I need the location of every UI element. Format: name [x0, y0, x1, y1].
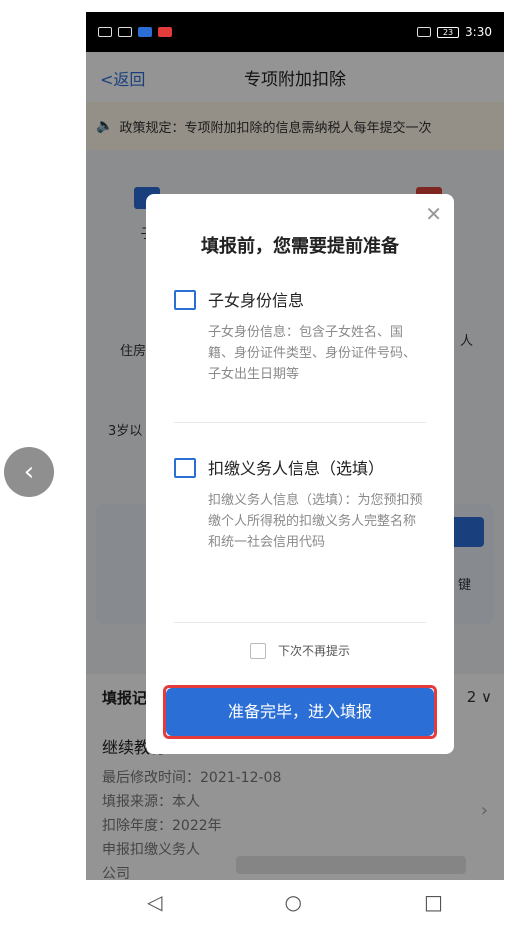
nfc-icon — [417, 27, 432, 37]
id-card-icon — [174, 290, 196, 310]
prepare-dialog: ✕ 填报前，您需要提前准备 子女身份信息 子女身份信息：包含子女姓名、国籍、身份… — [146, 194, 454, 754]
system-nav-bar: ◁ ○ □ — [86, 880, 504, 924]
clock: 3:30 — [465, 25, 492, 39]
dont-show-again-checkbox[interactable] — [249, 642, 266, 659]
app-notification-icon — [158, 27, 172, 37]
status-bar: 23 3:30 — [86, 12, 504, 52]
floating-back-button[interactable]: ‹ — [4, 447, 54, 497]
wifi-icon — [118, 27, 132, 37]
prep-item-desc: 扣缴义务人信息（选填）：为您预扣预缴个人所得税的扣缴义务人完整名称和统一社会信用… — [208, 493, 423, 550]
screenshot: ‹ 23 3:30 <返回 专项附加扣除 🔈 政策规定：专项附加扣除的信息需纳税… — [0, 0, 528, 936]
nav-home-icon[interactable]: ○ — [285, 890, 302, 914]
dont-show-again-label: 下次不再提示 — [277, 644, 350, 658]
dont-show-again-row[interactable]: 下次不再提示 — [146, 642, 454, 659]
dialog-title: 填报前，您需要提前准备 — [201, 236, 399, 257]
phone-screen: 23 3:30 <返回 专项附加扣除 🔈 政策规定：专项附加扣除的信息需纳税人每… — [86, 12, 504, 924]
prep-item-withholder: 扣缴义务人信息（选填） 扣缴义务人信息（选填）：为您预扣预缴个人所得税的扣缴义务… — [174, 456, 426, 553]
building-icon — [174, 458, 196, 478]
prep-item-title: 扣缴义务人信息（选填） — [208, 459, 385, 478]
app-notification-icon — [138, 27, 152, 37]
nav-recents-icon[interactable]: □ — [424, 890, 443, 914]
prep-item-desc: 子女身份信息：包含子女姓名、国籍、身份证件类型、身份证件号码、子女出生日期等 — [208, 325, 417, 382]
divider — [174, 422, 426, 423]
battery-icon: 23 — [437, 26, 460, 38]
prep-item-children: 子女身份信息 子女身份信息：包含子女姓名、国籍、身份证件类型、身份证件号码、子女… — [174, 288, 426, 385]
divider — [174, 622, 426, 623]
nav-back-icon[interactable]: ◁ — [147, 890, 162, 914]
signal-icon — [98, 27, 112, 37]
ready-enter-button[interactable]: 准备完毕，进入填报 — [166, 688, 434, 736]
prep-item-title: 子女身份信息 — [208, 291, 305, 310]
close-icon[interactable]: ✕ — [425, 202, 442, 226]
